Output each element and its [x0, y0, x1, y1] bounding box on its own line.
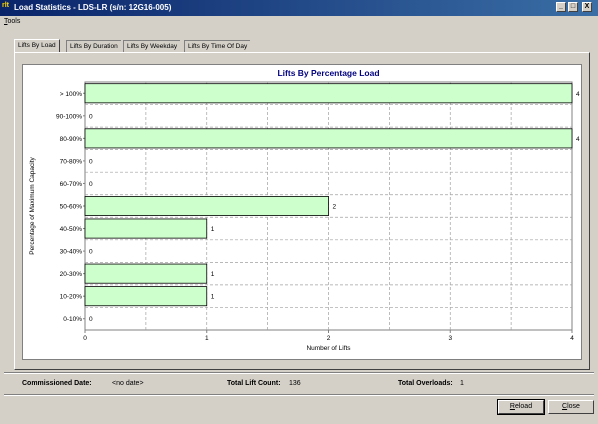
total-lift-count-label: Total Lift Count:: [227, 380, 281, 387]
tab-lifts-by-duration[interactable]: Lifts By Duration: [66, 40, 121, 52]
data-label: 4: [576, 91, 580, 98]
menu-tools[interactable]: Tools: [4, 18, 20, 25]
category-label: 70-80%: [60, 158, 83, 165]
category-label: > 100%: [60, 91, 82, 98]
bar: [84, 263, 208, 284]
category-label: 60-70%: [60, 181, 83, 188]
category-label: 10-20%: [60, 294, 83, 301]
category-label: 0-10%: [63, 316, 82, 323]
category-label: 50-60%: [60, 204, 83, 211]
tab-lifts-by-weekday[interactable]: Lifts By Weekday: [123, 40, 181, 52]
data-label: 4: [576, 136, 580, 143]
commissioned-date-label: Commissioned Date:: [22, 380, 92, 387]
reload-button[interactable]: Reload: [497, 399, 545, 415]
category-label: 40-50%: [60, 226, 83, 233]
bar: [84, 286, 208, 307]
x-tick-label: 4: [570, 335, 574, 342]
total-overloads-label: Total Overloads:: [398, 380, 453, 387]
footer-separator-bottom: [4, 394, 594, 396]
data-label: 0: [89, 181, 93, 188]
app-icon: rlt: [2, 2, 9, 9]
menu-bar: Tools: [0, 17, 598, 29]
bar: [84, 218, 208, 239]
title-bar: rlt Load Statistics - LDS-LR (s/n: 12G16…: [0, 0, 598, 16]
x-axis-label: Number of Lifts: [306, 345, 351, 352]
total-overloads-value: 1: [460, 380, 464, 387]
category-label: 80-90%: [60, 136, 83, 143]
category-label: 30-40%: [60, 249, 83, 256]
tab-lifts-by-load[interactable]: Lifts By Load: [14, 39, 60, 52]
data-label: 1: [211, 294, 215, 301]
x-tick-label: 2: [327, 335, 331, 342]
total-lift-count-value: 136: [289, 380, 301, 387]
chart: Lifts By Percentage Load > 100% 4 90-100% 0 8…: [29, 68, 580, 352]
data-label: 0: [89, 158, 93, 165]
bar: [84, 128, 573, 149]
bar: [84, 196, 329, 216]
data-label: 0: [89, 113, 93, 120]
menu-tools-label: ools: [7, 18, 21, 25]
data-label: 1: [211, 226, 215, 233]
bar: [84, 83, 573, 104]
close-window-button[interactable]: X: [582, 2, 592, 12]
maximize-button[interactable]: □: [568, 2, 578, 12]
data-label: 2: [333, 204, 337, 211]
close-button[interactable]: Close: [548, 400, 594, 414]
x-tick-label: 1: [205, 335, 209, 342]
category-label: 20-30%: [60, 271, 83, 278]
chart-title: Lifts By Percentage Load: [277, 68, 379, 78]
window-title: Load Statistics - LDS-LR (s/n: 12G16-005…: [14, 3, 172, 12]
x-tick-label: 3: [448, 335, 452, 342]
commissioned-date-value: <no date>: [112, 380, 144, 387]
reload-label: eload: [514, 403, 533, 410]
y-axis-label: Percentage of Maximum Capacity: [29, 156, 36, 254]
minimize-button[interactable]: _: [556, 2, 566, 12]
data-label: 1: [211, 271, 215, 278]
close-label: lose: [567, 403, 580, 410]
footer-bar: Commissioned Date: <no date> Total Lift …: [0, 370, 598, 396]
data-label: 0: [89, 249, 93, 256]
category-label: 90-100%: [56, 113, 82, 120]
tab-lifts-by-time-of-day[interactable]: Lifts By Time Of Day: [184, 40, 251, 52]
chart-frame: Lifts By Percentage Load > 100% 4 90-100% 0 8…: [22, 64, 582, 360]
data-label: 0: [89, 316, 93, 323]
x-tick-label: 0: [83, 335, 87, 342]
